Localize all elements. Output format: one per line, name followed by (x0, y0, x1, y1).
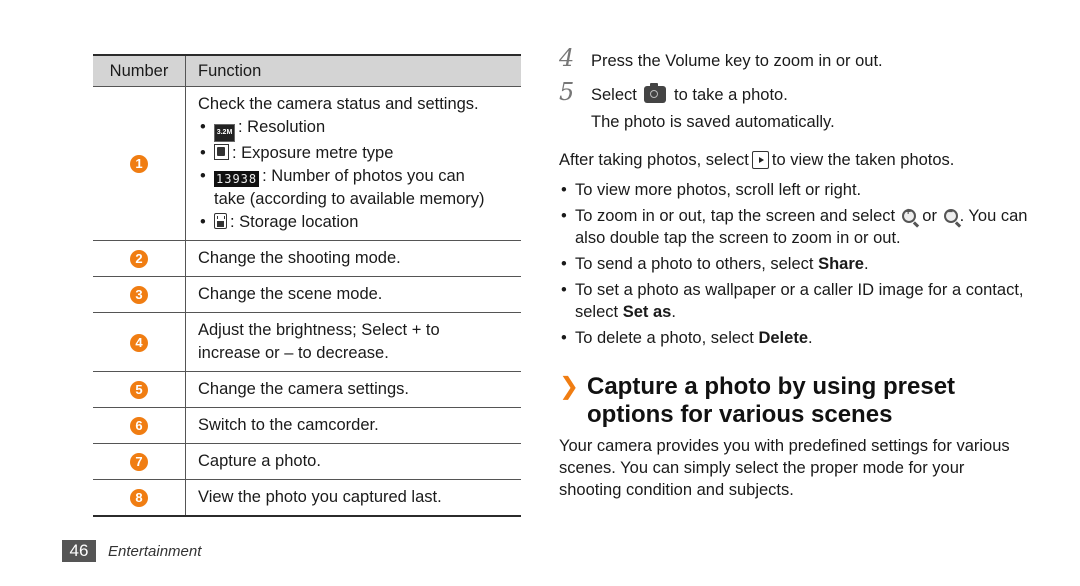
list-item: 3.2M: Resolution (198, 116, 521, 142)
set-as-label: Set as (622, 303, 672, 321)
section-heading: ❯ Capture a photo by using preset option… (559, 373, 956, 428)
table-row: 8 View the photo you captured last. (93, 479, 521, 517)
play-icon (751, 151, 769, 169)
page-footer: 46 Entertainment (62, 540, 201, 562)
delete-label: Delete (758, 329, 808, 347)
photo-count-icon: 13938 (214, 171, 260, 187)
list-item: To send a photo to others, select Share. (559, 253, 1029, 275)
page-number: 46 (62, 540, 96, 562)
number-badge: 7 (130, 453, 148, 471)
zoom-out-icon: − (943, 207, 958, 223)
list-item: To view more photos, scroll left or righ… (559, 179, 1029, 201)
chevron-right-icon: ❯ (559, 373, 580, 400)
row-text-cont: increase or – to decrease. (198, 344, 389, 362)
row-text: Capture a photo. (185, 443, 521, 480)
step-5: 5 Select to take a photo. The photo is s… (559, 78, 1029, 133)
row-text: Change the camera settings. (185, 371, 521, 408)
number-badge: 4 (130, 333, 148, 352)
camera-icon (644, 83, 667, 103)
list-item: To set a photo as wallpaper or a caller … (559, 279, 1029, 323)
number-badge: 8 (130, 489, 148, 507)
tips-list: To view more photos, scroll left or righ… (559, 179, 1029, 349)
table-row: 3 Change the scene mode. (93, 276, 521, 313)
table-row: 5 Change the camera settings. (93, 371, 521, 408)
header-number: Number (93, 54, 186, 87)
list-item: To zoom in or out, tap the screen and se… (559, 205, 1029, 249)
header-function: Function (185, 54, 521, 87)
row-text: Change the scene mode. (185, 276, 521, 313)
table-row: 7 Capture a photo. (93, 443, 521, 480)
step-number: 4 (559, 44, 575, 72)
number-badge: 3 (130, 286, 148, 304)
step-text: Press the Volume key to zoom in or out. (591, 52, 883, 70)
list-item: 13938: Number of photos you can take (ac… (198, 165, 521, 211)
table-header-row: Number Function (93, 54, 521, 87)
after-taking-photos: After taking photos, select to view the t… (559, 151, 955, 169)
table-row: 2 Change the shooting mode. (93, 240, 521, 277)
table-row: 4 Adjust the brightness; Select + to inc… (93, 312, 521, 372)
instructions-column: 4 Press the Volume key to zoom in or out… (559, 44, 1029, 501)
row-text: Change the shooting mode. (185, 240, 521, 277)
number-badge: 2 (130, 250, 148, 268)
list-item: To delete a photo, select Delete. (559, 327, 1029, 349)
storage-location-icon (214, 213, 227, 229)
resolution-icon: 3.2M (214, 124, 235, 142)
row-text: Switch to the camcorder. (185, 407, 521, 444)
chapter-label: Entertainment (108, 542, 202, 560)
list-item: : Exposure metre type (198, 142, 521, 165)
share-label: Share (818, 255, 864, 273)
status-items-list: 3.2M: Resolution : Exposure metre type 1… (198, 116, 521, 234)
number-badge: 5 (130, 381, 148, 399)
number-badge: 1 (130, 155, 148, 173)
row-intro: Check the camera status and settings. (198, 95, 479, 113)
section-body: Your camera provides you with predefined… (559, 437, 1010, 499)
step-4: 4 Press the Volume key to zoom in or out… (559, 44, 1029, 72)
table-row: 1 Check the camera status and settings. … (93, 86, 521, 241)
row-text: Adjust the brightness; Select + to (198, 321, 440, 339)
exposure-metre-icon (214, 144, 229, 160)
number-badge: 6 (130, 417, 148, 435)
list-item: : Storage location (198, 211, 521, 234)
function-table: Number Function 1 Check the camera statu… (93, 54, 521, 517)
zoom-in-icon: + (901, 207, 916, 223)
step-number: 5 (559, 78, 575, 106)
step-subtext: The photo is saved automatically. (591, 113, 835, 131)
row-text: View the photo you captured last. (185, 479, 521, 517)
table-row: 6 Switch to the camcorder. (93, 407, 521, 444)
